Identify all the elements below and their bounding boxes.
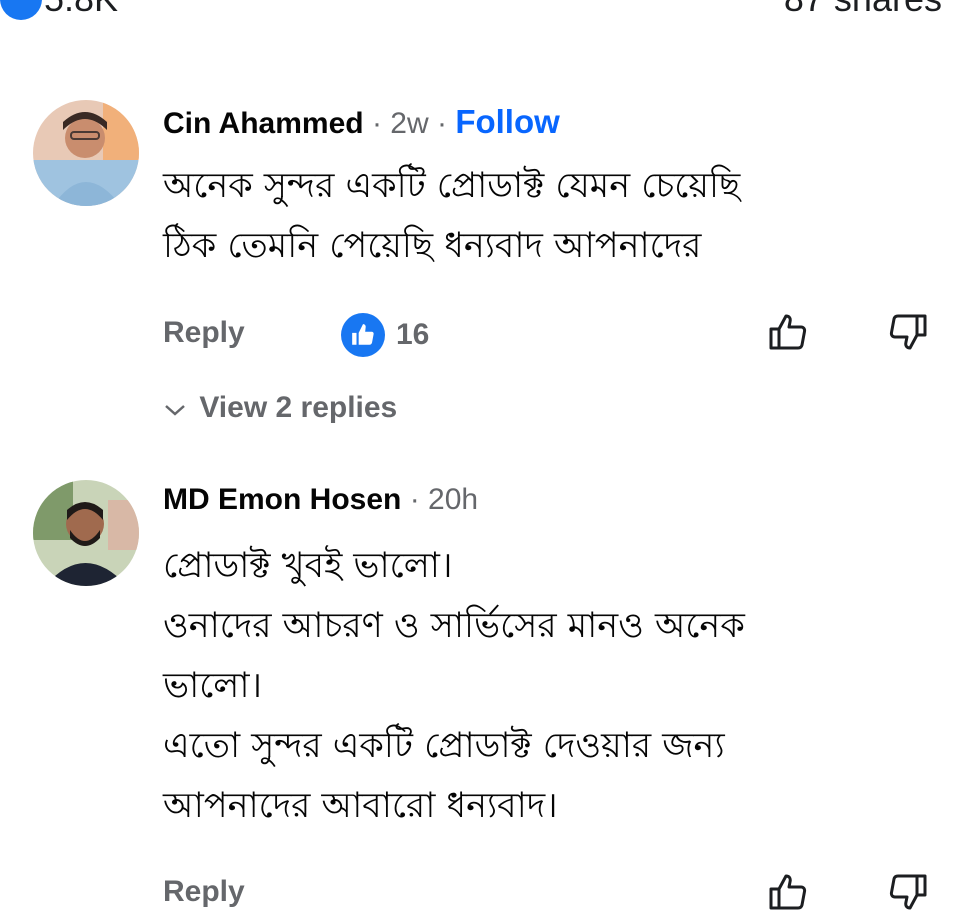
reply-button[interactable]: Reply — [163, 872, 245, 912]
meta-separator: · — [436, 107, 447, 140]
comment-text: প্রোডাক্ট খুবই ভালো। ওনাদের আচরণ ও সার্ভ… — [163, 536, 923, 836]
comment-meta: MD Emon Hosen · 20h — [163, 480, 478, 520]
view-replies-label: View 2 replies — [199, 391, 398, 424]
thumb-up-icon[interactable] — [768, 312, 808, 352]
comment-line: প্রোডাক্ট খুবই ভালো। — [163, 546, 453, 586]
reply-button[interactable]: Reply — [163, 313, 245, 353]
like-badge-icon — [341, 313, 385, 357]
thumb-up-icon[interactable] — [768, 872, 808, 912]
comment-line: ভালো। — [163, 666, 263, 706]
chevron-down-icon — [163, 389, 191, 429]
view-replies-button[interactable]: View 2 replies — [163, 388, 397, 429]
like-count[interactable]: 16 — [396, 315, 429, 355]
comment-line: অনেক সুন্দর একটি প্রোডাক্ট যেমন চেয়েছি — [163, 166, 741, 206]
post-stats-bar: 5.8K 87 shares — [0, 0, 974, 20]
comment-text: অনেক সুন্দর একটি প্রোডাক্ট যেমন চেয়েছি … — [163, 156, 923, 276]
comment-line: ঠিক তেমনি পেয়েছি ধন্যবাদ আপনাদের — [163, 226, 702, 266]
avatar[interactable] — [33, 100, 139, 206]
avatar[interactable] — [33, 480, 139, 586]
author-name[interactable]: MD Emon Hosen — [163, 483, 401, 516]
author-name[interactable]: Cin Ahammed — [163, 107, 364, 140]
follow-button[interactable]: Follow — [455, 103, 559, 140]
meta-separator: · — [409, 483, 420, 516]
reaction-count[interactable]: 5.8K — [44, 0, 118, 20]
comment-time[interactable]: 20h — [428, 483, 478, 516]
thumb-down-icon[interactable] — [888, 312, 928, 352]
shares-count[interactable]: 87 shares — [784, 0, 942, 20]
comment-time[interactable]: 2w — [390, 107, 428, 140]
meta-separator: · — [371, 107, 382, 140]
comment-meta: Cin Ahammed · 2w · Follow — [163, 102, 560, 144]
thumb-down-icon[interactable] — [888, 872, 928, 912]
comment-line: আপনাদের আবারো ধন্যবাদ। — [163, 786, 558, 826]
comment-line: ওনাদের আচরণ ও সার্ভিসের মানও অনেক — [163, 606, 745, 646]
like-reaction-icon — [0, 0, 42, 20]
comment-line: এতো সুন্দর একটি প্রোডাক্ট দেওয়ার জন্য — [163, 726, 725, 766]
